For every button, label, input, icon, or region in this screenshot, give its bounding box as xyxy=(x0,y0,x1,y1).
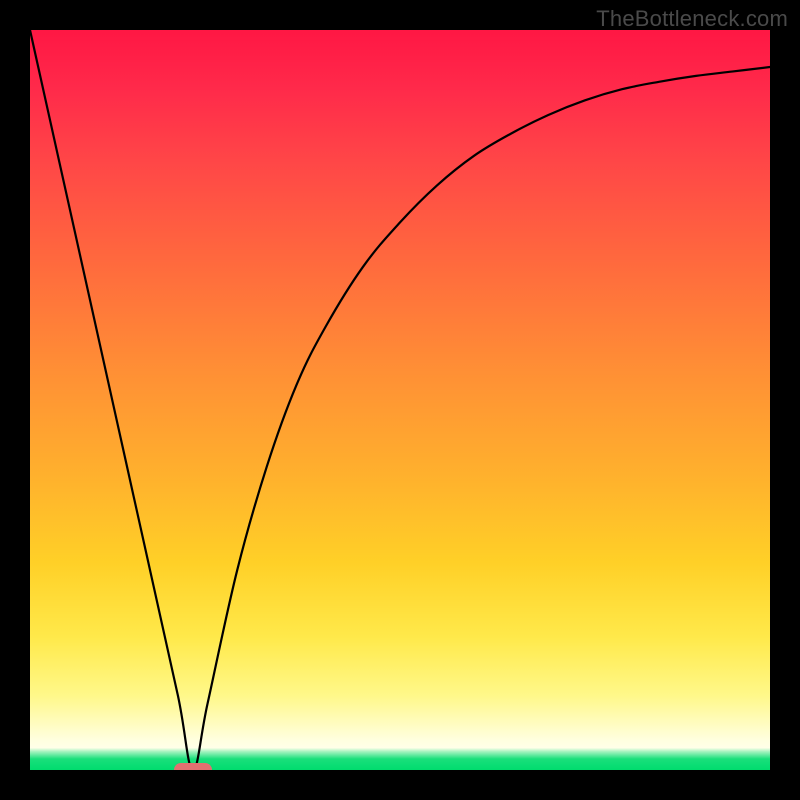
bottleneck-curve xyxy=(30,30,770,770)
chart-frame: TheBottleneck.com xyxy=(0,0,800,800)
watermark-text: TheBottleneck.com xyxy=(596,6,788,32)
plot-area xyxy=(30,30,770,770)
curve-svg xyxy=(30,30,770,770)
minimum-marker xyxy=(174,763,212,770)
